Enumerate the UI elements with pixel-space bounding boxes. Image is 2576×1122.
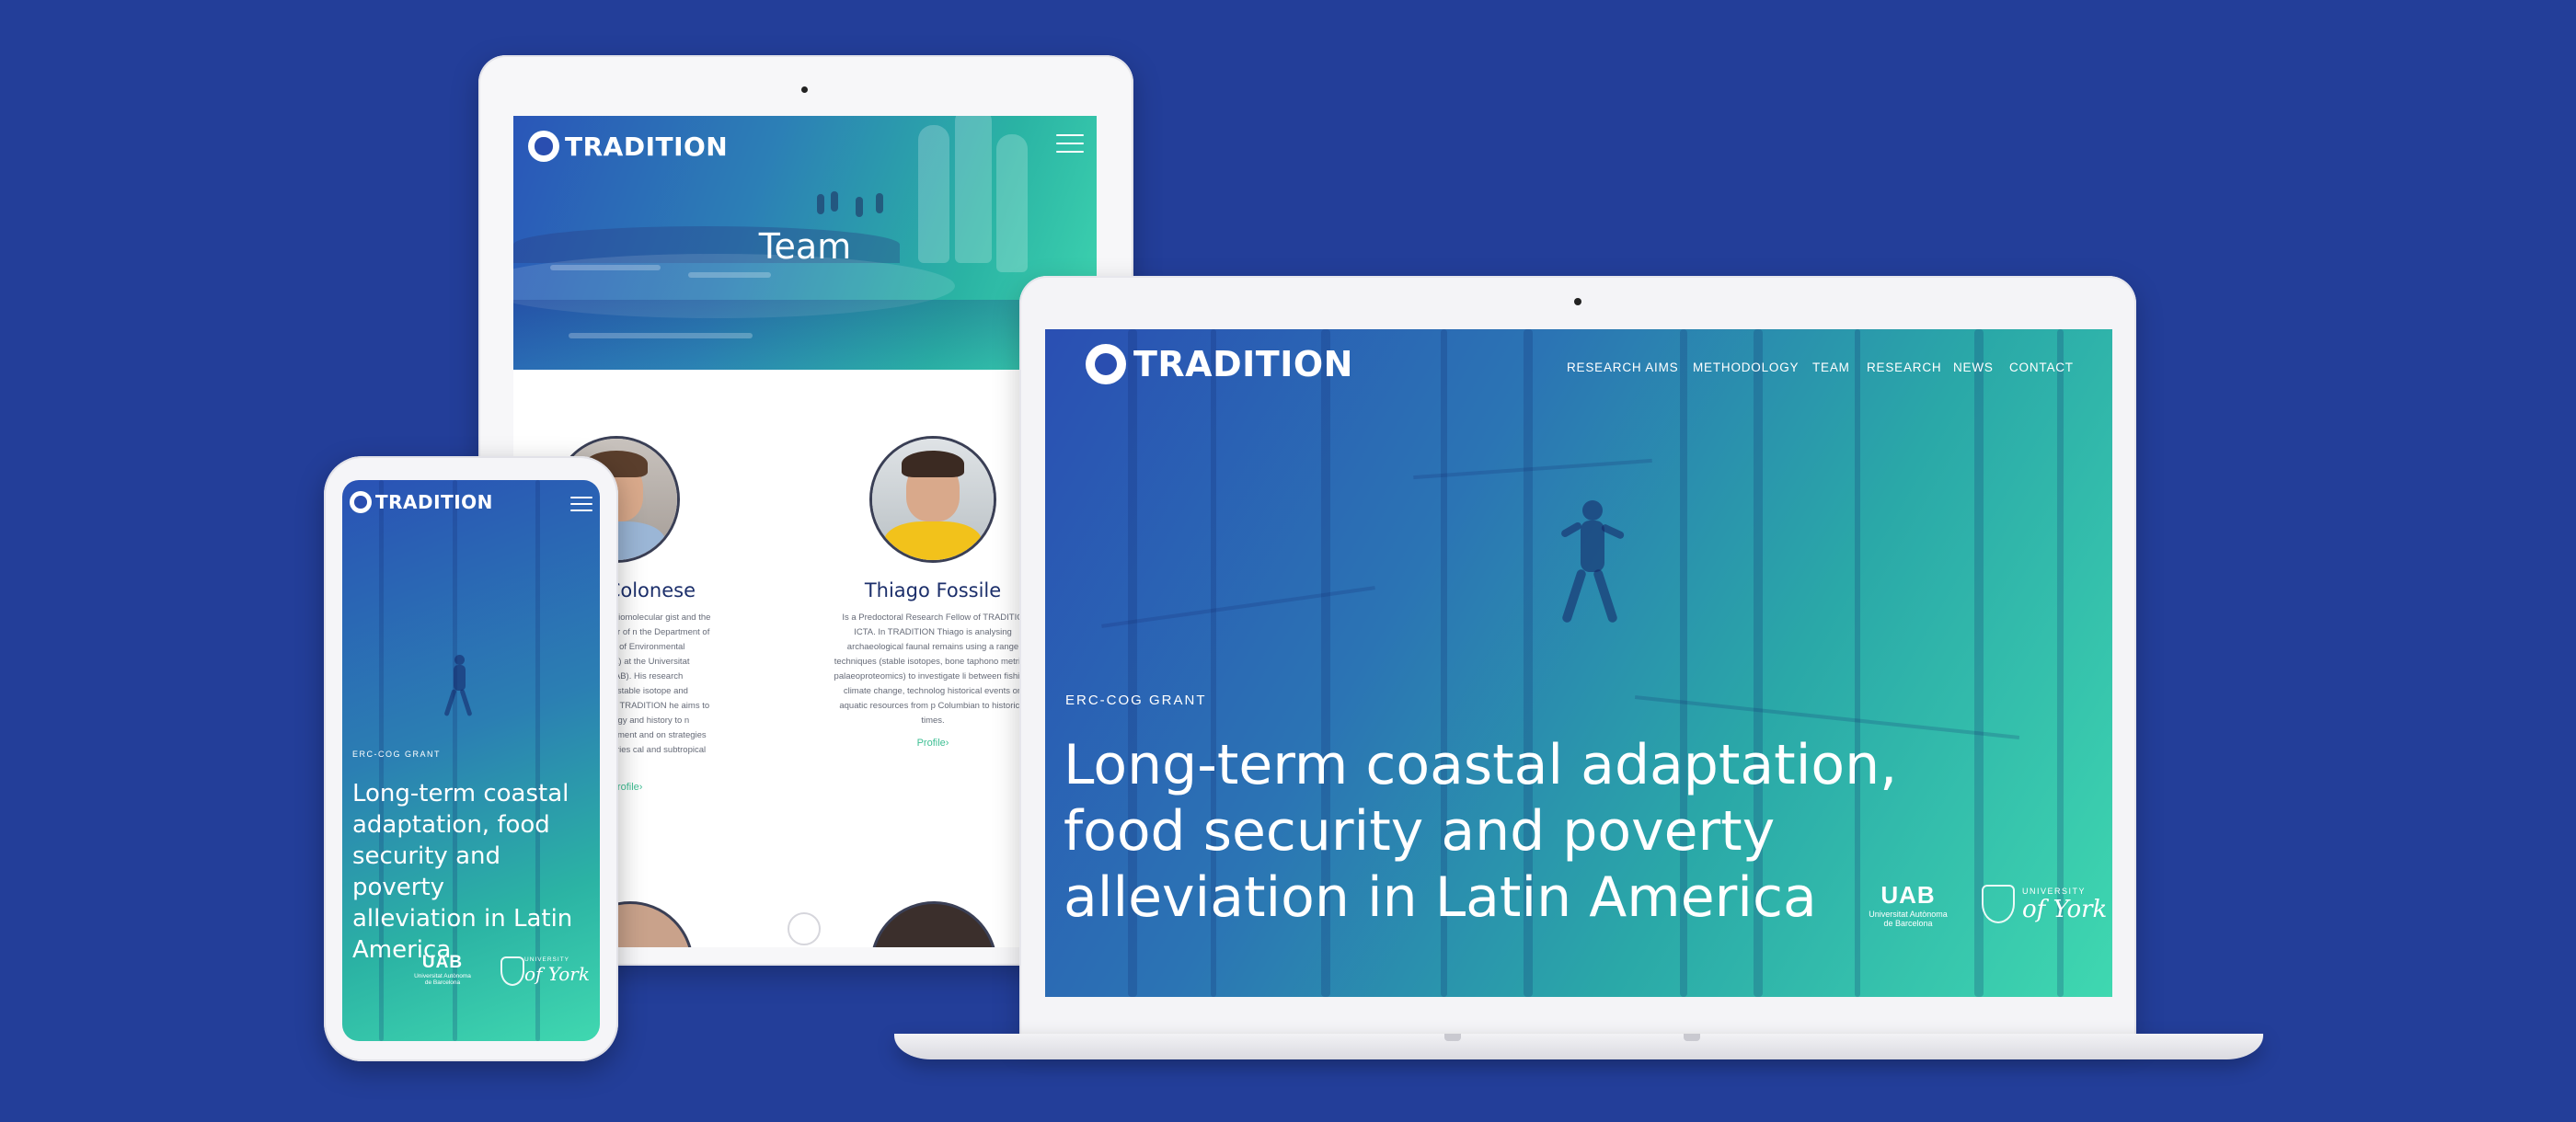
york-logo: UNIVERSITY of York xyxy=(2022,887,2107,923)
page-title: Team xyxy=(758,226,852,267)
nav-team[interactable]: TEAM xyxy=(1812,361,1850,374)
tablet-camera xyxy=(801,86,808,93)
hero-headline: Long-term coastal adaptation, food secur… xyxy=(1064,732,1897,931)
phone-logo[interactable]: TRADITION xyxy=(350,491,493,513)
headline-line: adaptation, food xyxy=(352,811,550,839)
uab-line: de Barcelona xyxy=(1883,919,1933,928)
headline-line: security and poverty xyxy=(352,842,500,901)
eyebrow-label: ERC-COG GRANT xyxy=(352,750,441,759)
member-bio: Is a Predoctoral Research Fellow of TRAD… xyxy=(834,613,1032,726)
nav-research[interactable]: RESEARCH xyxy=(1867,361,1941,374)
headline-line: alleviation in Latin xyxy=(352,905,573,933)
laptop-camera xyxy=(1574,298,1581,305)
york-small: UNIVERSITY xyxy=(524,956,570,963)
eyebrow-label: ERC-COG GRANT xyxy=(1065,693,1207,708)
hamburger-menu-icon[interactable] xyxy=(1056,134,1084,153)
hero-figure xyxy=(831,191,838,212)
headline-line: Long-term coastal xyxy=(352,780,569,807)
hero-branch xyxy=(1413,458,1652,480)
york-crest-icon xyxy=(1982,885,2015,923)
nav-research-aims[interactable]: RESEARCH AIMS xyxy=(1567,361,1678,374)
profile-link[interactable]: Profile› xyxy=(813,738,1052,749)
uab-mark: UAB xyxy=(1880,881,1936,909)
york-big: of York xyxy=(524,963,590,985)
hamburger-menu-icon[interactable] xyxy=(570,497,592,511)
avatar-shirt xyxy=(884,521,982,560)
avatar-hair xyxy=(901,451,965,478)
brand-name: TRADITION xyxy=(375,491,493,513)
member-name: Thiago Fossile xyxy=(864,579,1002,601)
tradition-logo-icon xyxy=(350,491,372,513)
uab-logo: UAB Universitat Autònoma de Barcelona xyxy=(1864,881,1952,928)
hero-figure xyxy=(876,193,883,213)
tradition-logo-icon xyxy=(528,131,559,162)
brand-name: TRADITION xyxy=(565,131,729,162)
team-member-card: Thiago Fossile Is a Predoctoral Research… xyxy=(813,436,1052,749)
york-crest-icon xyxy=(500,956,524,986)
uab-line: Universitat Autònoma xyxy=(414,973,471,979)
nav-news[interactable]: NEWS xyxy=(1953,361,1994,374)
laptop-screen: TRADITION RESEARCH AIMS METHODOLOGY TEAM… xyxy=(1045,329,2112,997)
tablet-logo[interactable]: TRADITION xyxy=(528,131,728,162)
phone-screen: TRADITION ERC-COG GRANT Long-term coasta… xyxy=(342,480,600,1041)
brand-name: TRADITION xyxy=(1133,344,1353,384)
hero-climber xyxy=(1559,500,1626,629)
nav-methodology[interactable]: METHODOLOGY xyxy=(1693,361,1799,374)
tablet-home-button xyxy=(788,912,821,945)
uab-mark: UAB xyxy=(421,953,464,972)
laptop-device: TRADITION RESEARCH AIMS METHODOLOGY TEAM… xyxy=(1019,276,2136,1039)
headline-line: food security and poverty xyxy=(1064,799,1776,864)
hero-branch xyxy=(1101,586,1375,628)
hero-climber xyxy=(443,655,476,719)
york-small: UNIVERSITY xyxy=(2022,887,2087,896)
hero-headline: Long-term coastal adaptation, food secur… xyxy=(352,778,600,966)
hero-figure xyxy=(817,194,824,214)
laptop-logo[interactable]: TRADITION xyxy=(1086,344,1353,384)
avatar xyxy=(869,436,996,563)
phone-device: TRADITION ERC-COG GRANT Long-term coasta… xyxy=(324,456,618,1061)
uab-logo: UAB Universitat Autònoma de Barcelona xyxy=(401,953,484,986)
york-big: of York xyxy=(2022,896,2108,923)
tradition-logo-icon xyxy=(1086,344,1126,384)
laptop-hinge xyxy=(1684,1034,1700,1041)
laptop-hinge xyxy=(1444,1034,1461,1041)
team-hero-banner: TRADITION Team xyxy=(513,116,1097,370)
uab-line: de Barcelona xyxy=(424,979,461,986)
nav-contact[interactable]: CONTACT xyxy=(2009,361,2074,374)
hero-ripple xyxy=(688,272,771,278)
hero-ripple xyxy=(569,333,753,338)
york-logo: UNIVERSITY of York xyxy=(524,956,590,985)
headline-line: alleviation in Latin America xyxy=(1064,865,1817,930)
uab-line: Universitat Autònoma xyxy=(1869,910,1948,919)
laptop-base xyxy=(894,1034,2263,1059)
hero-figure xyxy=(856,197,863,217)
avatar xyxy=(870,901,997,947)
headline-line: Long-term coastal adaptation, xyxy=(1064,733,1898,797)
